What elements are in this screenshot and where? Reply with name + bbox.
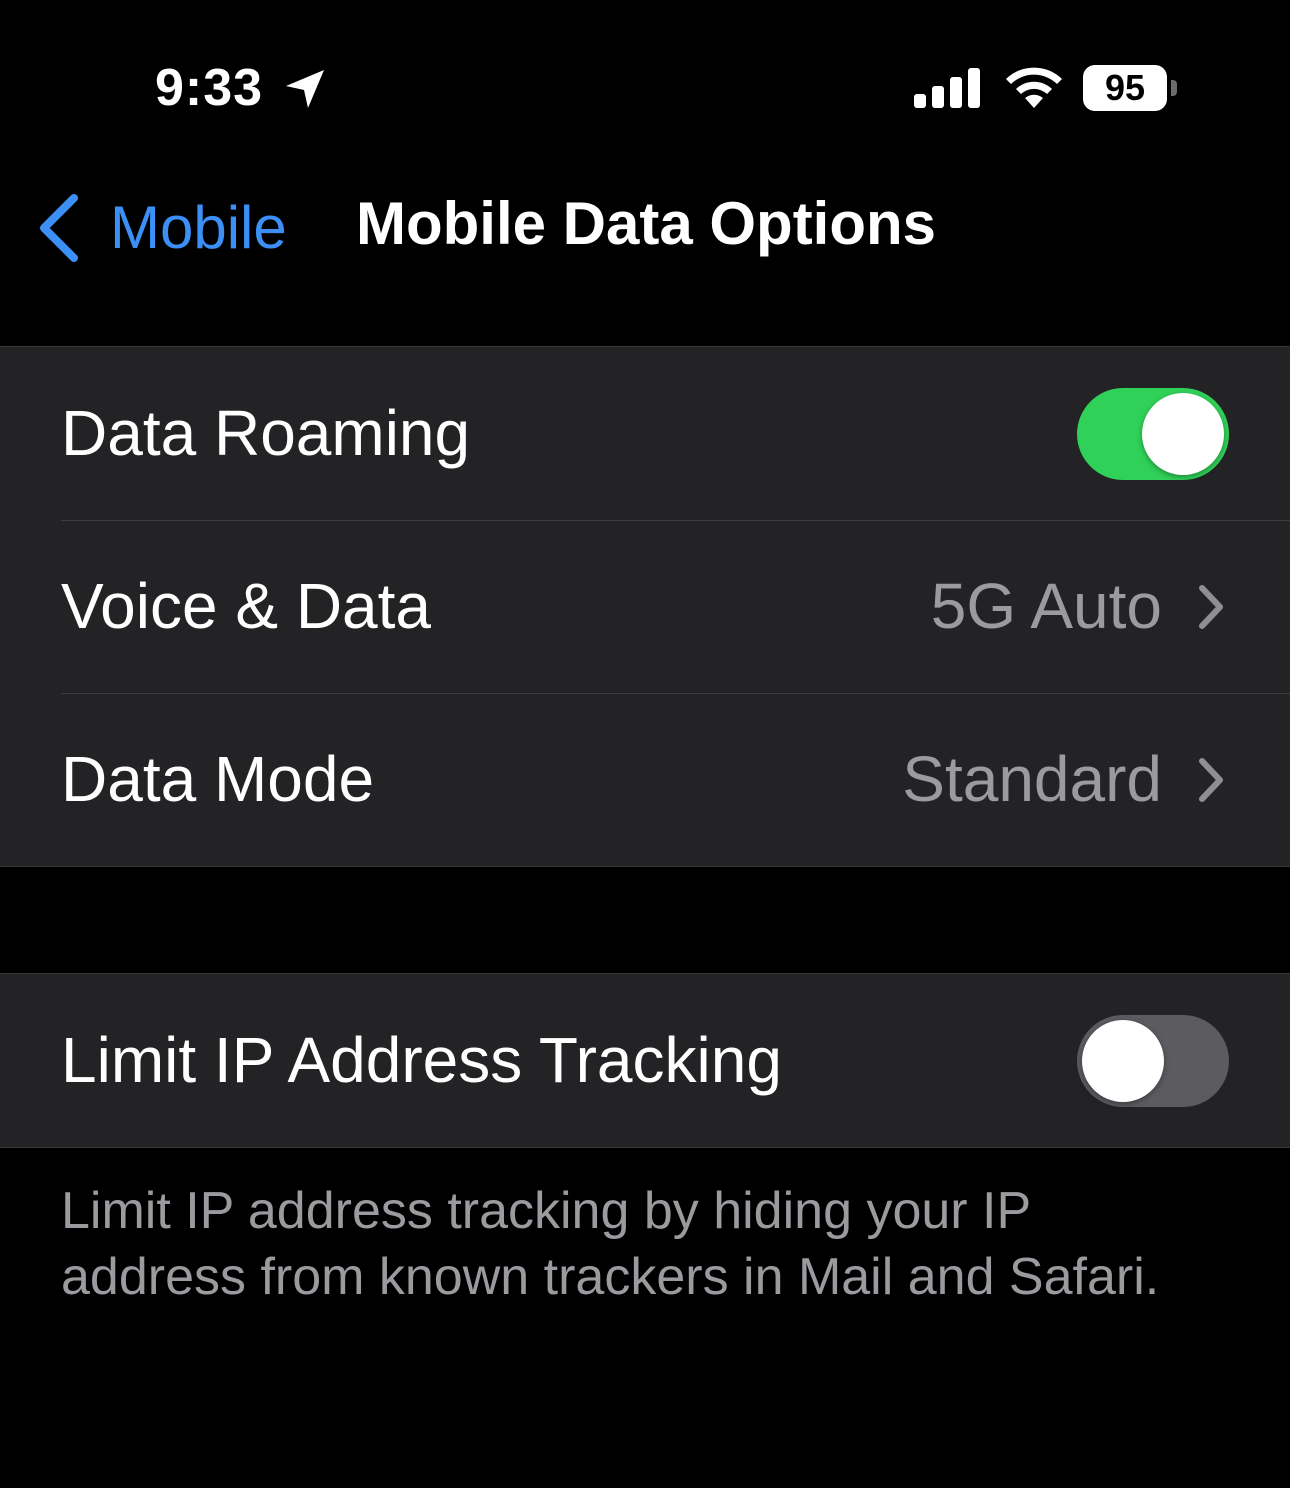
chevron-right-icon (1199, 758, 1223, 802)
mobile-data-options-screen: 9:33 95 Mobile Mobile Data Options Data … (0, 0, 1290, 1488)
data-roaming-toggle[interactable] (1077, 388, 1229, 480)
back-button-label: Mobile (110, 194, 287, 261)
wifi-icon (1006, 67, 1062, 108)
status-bar: 9:33 95 (0, 0, 1290, 170)
data-mode-value: Standard (902, 743, 1162, 815)
limit-ip-tracking-toggle[interactable] (1077, 1015, 1229, 1107)
battery-level: 95 (1104, 67, 1146, 108)
limit-ip-tracking-footer: Limit IP address tracking by hiding your… (61, 1182, 1160, 1306)
voice-data-label: Voice & Data (61, 570, 431, 642)
data-mode-label: Data Mode (61, 743, 375, 815)
data-mode-row[interactable]: Data Mode Standard (0, 693, 1290, 866)
chevron-left-icon (40, 194, 78, 262)
limit-ip-tracking-label: Limit IP Address Tracking (61, 1024, 782, 1096)
limit-ip-tracking-row: Limit IP Address Tracking (0, 974, 1290, 1147)
settings-group-data: Data Roaming Voice & Data 5G Auto Data M… (0, 346, 1290, 867)
data-roaming-row: Data Roaming (0, 347, 1290, 520)
toggle-knob (1142, 393, 1224, 475)
battery-cap (1171, 80, 1177, 96)
back-button[interactable]: Mobile (36, 188, 287, 268)
data-roaming-label: Data Roaming (61, 397, 471, 469)
toggle-knob (1082, 1020, 1164, 1102)
page-title: Mobile Data Options (356, 190, 937, 257)
location-arrow-icon (286, 70, 324, 108)
navigation-bar: Mobile Mobile Data Options (0, 170, 1290, 280)
status-time: 9:33 (155, 59, 264, 117)
battery-icon: 95 (1083, 65, 1179, 111)
cellular-signal-icon (914, 68, 980, 108)
settings-group-privacy: Limit IP Address Tracking (0, 973, 1290, 1148)
voice-data-value: 5G Auto (930, 570, 1162, 642)
chevron-right-icon (1199, 585, 1223, 629)
voice-data-row[interactable]: Voice & Data 5G Auto (0, 520, 1290, 693)
